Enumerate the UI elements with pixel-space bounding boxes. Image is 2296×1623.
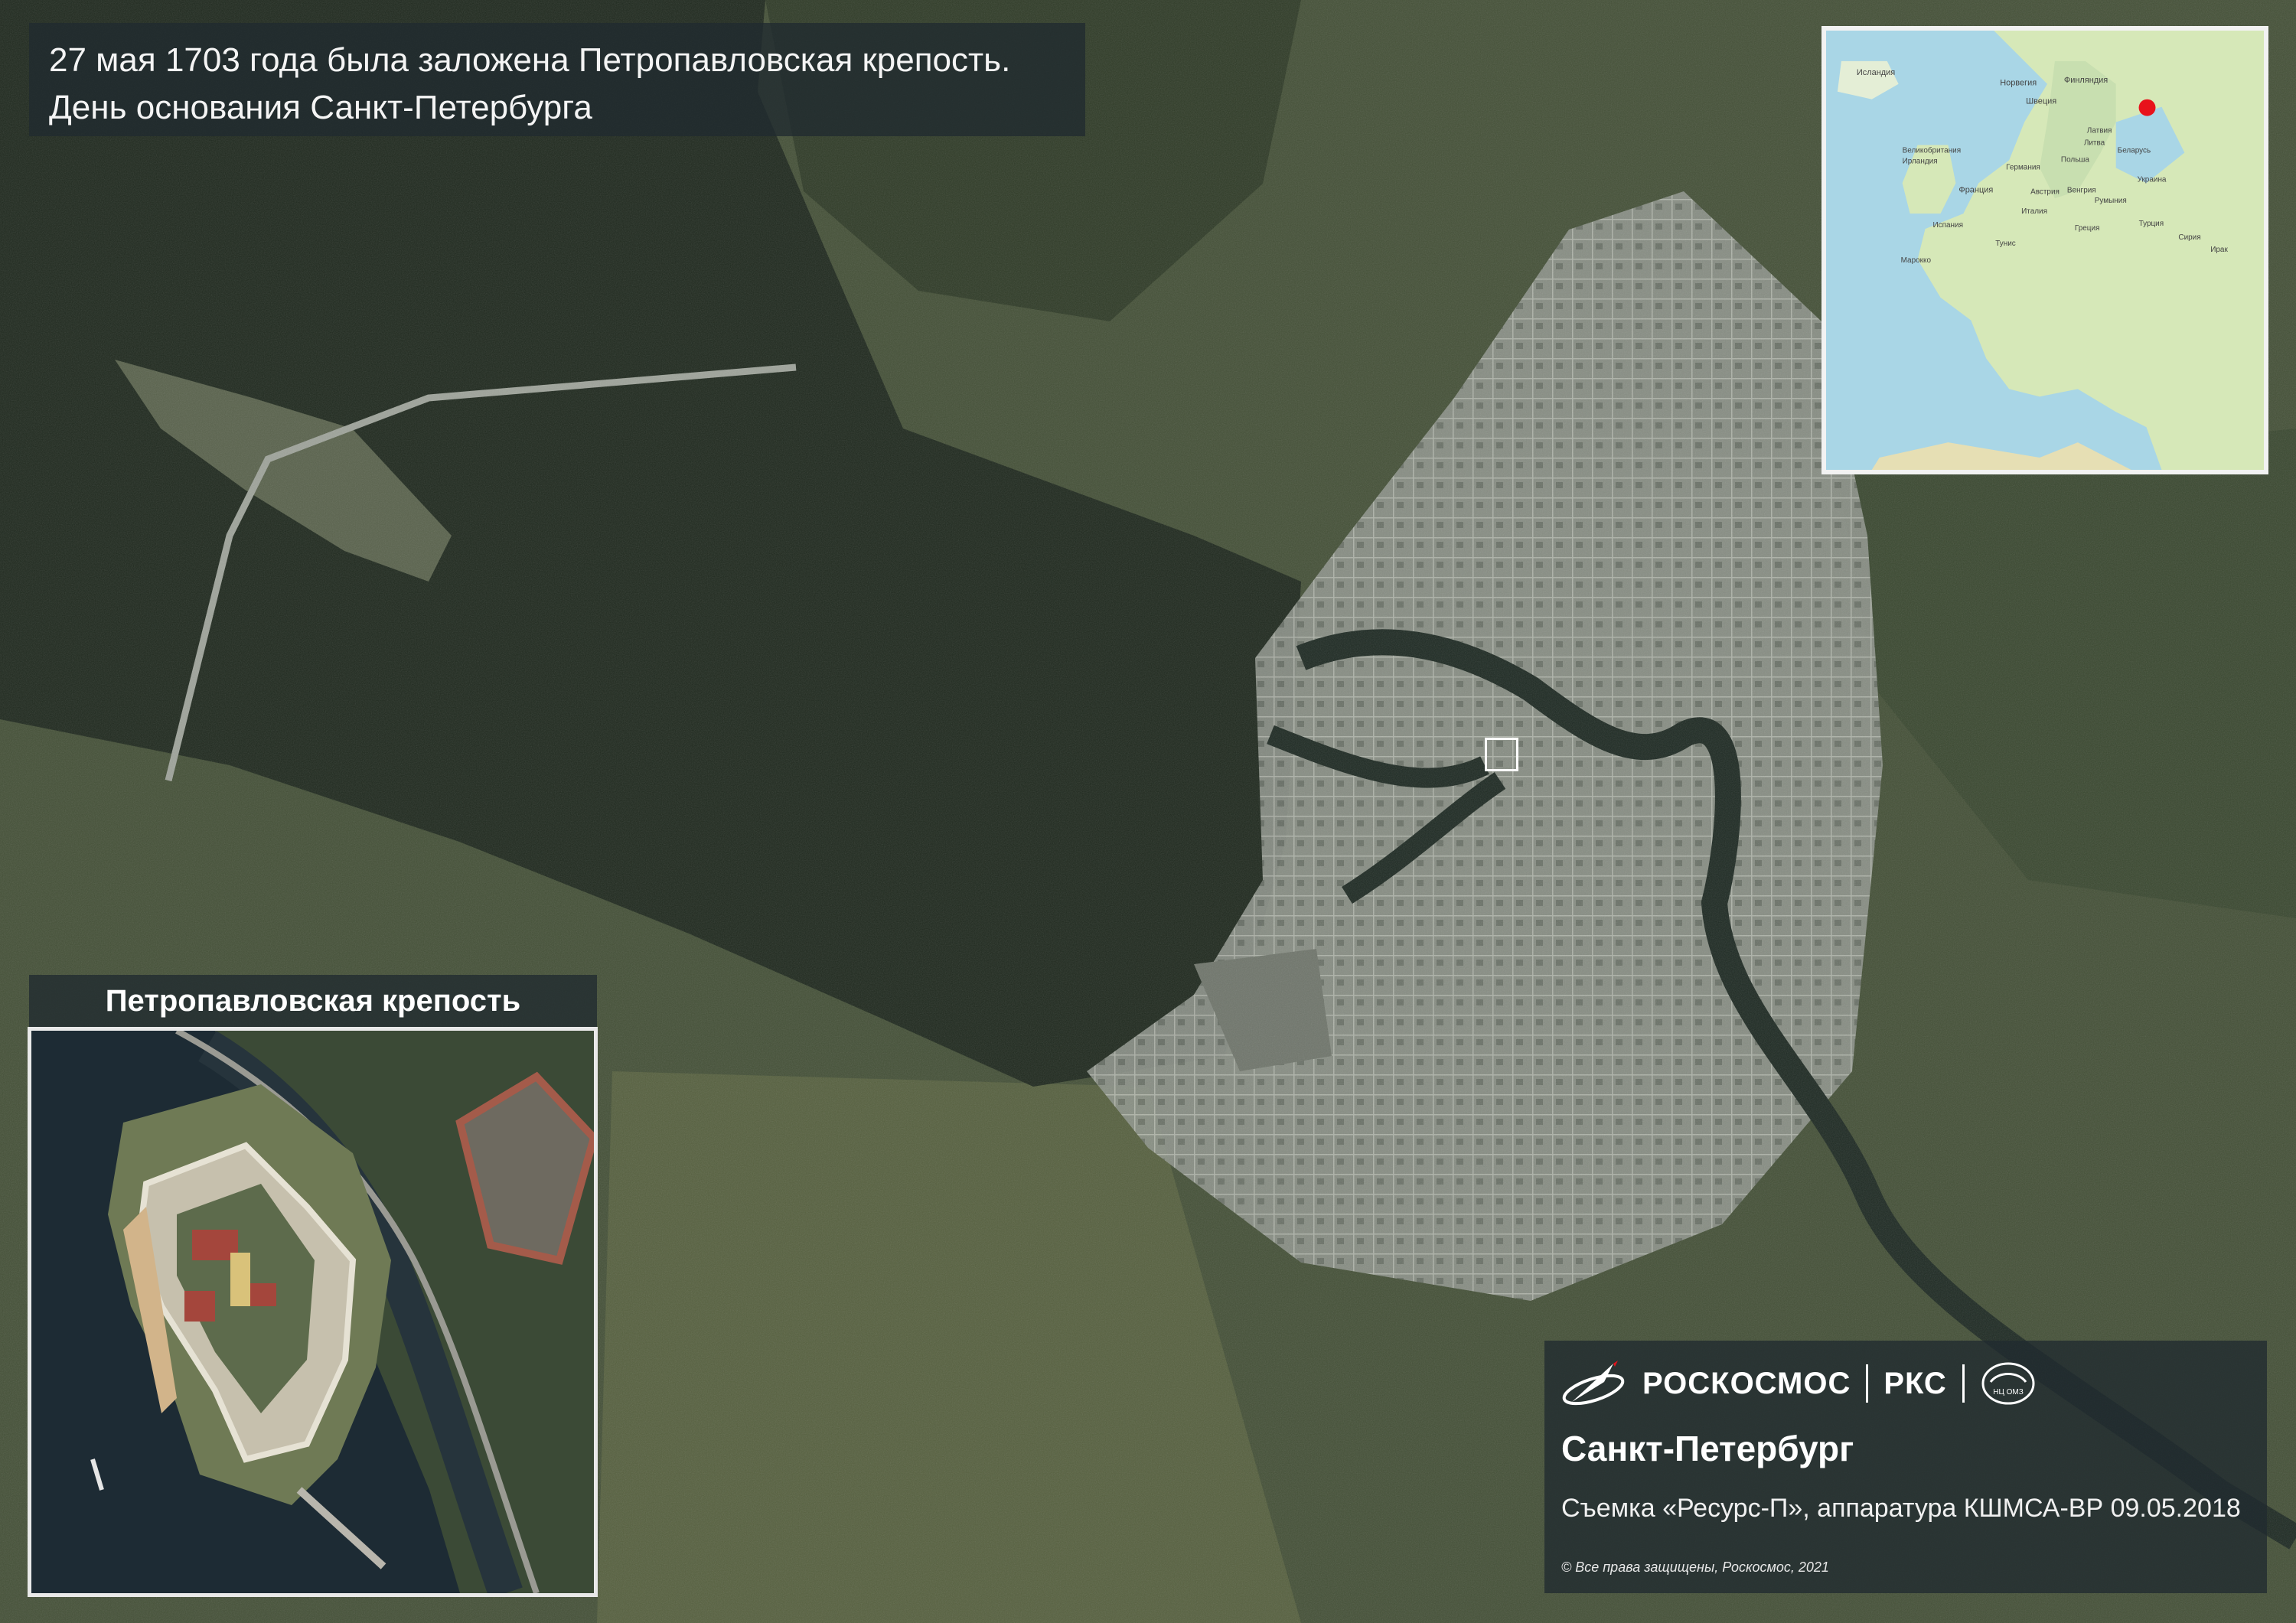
label-germany: Германия — [2006, 163, 2040, 171]
label-hungary: Венгрия — [2067, 186, 2096, 194]
label-turkey: Турция — [2139, 220, 2164, 228]
label-syria: Сирия — [2178, 233, 2200, 242]
label-ireland: Ирландия — [1903, 157, 1938, 165]
title-line-1: 27 мая 1703 года была заложена Петропавл… — [49, 41, 1011, 79]
label-norway: Норвегия — [2000, 79, 2037, 88]
label-iceland: Исландия — [1857, 68, 1895, 77]
roscosmos-wordmark: РОСКОСМОС — [1642, 1366, 1851, 1400]
label-latvia: Латвия — [2087, 127, 2112, 135]
roscosmos-rocket-icon — [1562, 1361, 1625, 1406]
label-uk: Великобритания — [1903, 146, 1961, 155]
rks-wordmark: РКС — [1883, 1366, 1947, 1400]
label-austria: Австрия — [2030, 187, 2060, 196]
ntsomz-emblem-icon: НЦ ОМЗ — [1981, 1362, 2035, 1405]
label-morocco: Марокко — [1901, 256, 1932, 265]
title-panel: 27 мая 1703 года была заложена Петропавл… — [29, 23, 1085, 136]
label-ukraine: Украина — [2138, 175, 2167, 184]
label-tunisia: Тунис — [1995, 240, 2016, 248]
saint-petersburg-marker — [2138, 99, 2156, 116]
copyright-notice: © Все права защищены, Роскосмос, 2021 — [1561, 1559, 1829, 1575]
logo-separator — [1866, 1364, 1869, 1403]
logo-row: РОСКОСМОС РКС НЦ ОМЗ — [1560, 1354, 2037, 1413]
info-panel: РОСКОСМОС РКС НЦ ОМЗ Санкт-Петербург Съе… — [1544, 1341, 2267, 1593]
label-italy: Италия — [2021, 207, 2047, 216]
label-poland: Польша — [2061, 155, 2089, 164]
satellite-map-poster: 27 мая 1703 года была заложена Петропавл… — [0, 0, 2296, 1623]
label-romania: Румыния — [2095, 197, 2127, 205]
title-line-2: День основания Санкт-Петербурга — [49, 89, 592, 126]
fortress-inset-image — [28, 1027, 598, 1597]
label-france: Франция — [1958, 185, 1993, 194]
label-greece: Греция — [2075, 224, 2100, 233]
europe-locator-map: Исландия Норвегия Финляндия Швеция Латви… — [1821, 26, 2268, 474]
label-sweden: Швеция — [2026, 97, 2056, 106]
city-title: Санкт-Петербург — [1561, 1429, 1854, 1468]
label-lithuania: Литва — [2084, 139, 2105, 147]
emblem-caption: НЦ ОМЗ — [1993, 1388, 2024, 1396]
label-iraq: Ирак — [2210, 246, 2228, 254]
fortress-inset-header: Петропавловская крепость — [29, 975, 597, 1027]
label-finland: Финляндия — [2064, 76, 2108, 85]
logo-separator — [1962, 1364, 1965, 1403]
capture-info: Съемка «Ресурс-П», аппаратура КШМСА-ВР 0… — [1561, 1494, 2241, 1523]
label-belarus: Беларусь — [2118, 146, 2151, 155]
label-spain: Испания — [1933, 221, 1964, 230]
fortress-location-frame — [1485, 738, 1518, 771]
